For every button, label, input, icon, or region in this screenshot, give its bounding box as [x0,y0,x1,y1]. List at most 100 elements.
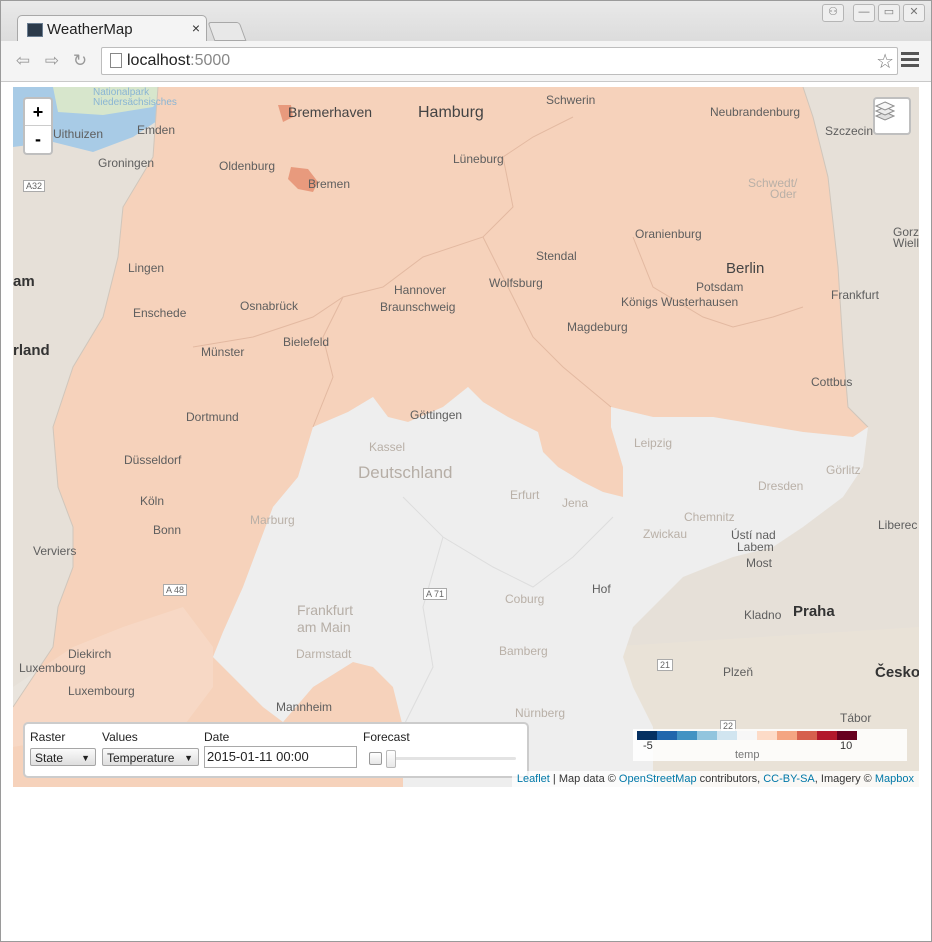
label-wolfsburg: Wolfsburg [489,276,543,290]
bookmark-star-icon[interactable]: ☆ [876,49,894,74]
values-label: Values [102,730,138,744]
date-input[interactable]: 2015-01-11 00:00 [204,746,357,768]
browser-toolbar: ⇦ ⇨ ↻ localhost:5000 ☆ [1,41,931,82]
label-oranienburg: Oranienburg [635,227,702,241]
label-bielefeld: Bielefeld [283,335,330,349]
label-szczecin: Szczecin [825,124,874,138]
close-window-button[interactable]: ✕ [903,4,925,22]
label-bonn: Bonn [153,523,182,537]
label-koln: Köln [140,494,165,508]
legend-swatch [677,731,697,740]
legend-swatch [737,731,757,740]
label-diekirch: Diekirch [68,647,112,661]
label-plzen: Plzeň [723,665,754,679]
forecast-label: Forecast [363,730,410,744]
zoom-in-button[interactable]: + [25,99,51,125]
forecast-checkbox[interactable] [369,752,382,765]
zoom-out-button[interactable]: - [25,125,51,152]
legend-swatch [757,731,777,740]
label-am-main: am Main [297,619,351,635]
label-oldenburg: Oldenburg [219,159,276,173]
label-bamberg: Bamberg [499,644,548,658]
forecast-slider-handle[interactable] [386,750,396,768]
url-text[interactable]: localhost:5000 [127,52,230,70]
values-select-value: Temperature [107,751,175,765]
label-magdeburg: Magdeburg [567,320,628,334]
ccbysa-link[interactable]: CC-BY-SA [763,773,815,785]
label-neubrandenburg: Neubrandenburg [710,105,801,119]
back-arrow-icon[interactable]: ⇦ [11,50,35,72]
attribution-contributors: contributors, [696,773,764,785]
hamburger-menu-icon[interactable] [901,50,919,70]
leaflet-link[interactable]: Leaflet [517,773,550,785]
attribution-text: | Map data © [549,773,619,785]
legend-max: 10 [840,740,853,752]
maximize-button[interactable]: ▭ [878,4,900,22]
label-liberec: Liberec [878,518,918,532]
label-dusseldorf: Düsseldorf [124,453,182,467]
label-frankfurt-main: Frankfurt [297,602,354,618]
legend-swatch [717,731,737,740]
label-luneburg: Lüneburg [453,152,504,166]
label-hannover: Hannover [394,283,447,297]
label-zwickau: Zwickau [643,527,688,541]
address-bar[interactable]: localhost:5000 ☆ [101,47,898,75]
legend-swatch [837,731,857,740]
tab-close-icon[interactable]: × [192,20,200,36]
label-berlin: Berlin [726,260,765,277]
forward-arrow-icon[interactable]: ⇨ [40,50,64,72]
legend-title: temp [735,749,760,761]
mapbox-link[interactable]: Mapbox [875,773,914,785]
label-mannheim: Mannheim [276,700,333,714]
label-cesko: Česko [875,664,919,681]
label-chemnitz: Chemnitz [684,510,735,524]
road-a32-icon: A32 [23,180,46,192]
label-luxembourg-city: Luxembourg [68,684,135,698]
label-cottbus: Cottbus [811,375,853,389]
label-deutschland: Deutschland [358,463,453,482]
label-jena: Jena [562,496,589,510]
label-marburg: Marburg [250,513,295,527]
label-osnabruck: Osnabrück [240,299,299,313]
user-profile-icon[interactable]: ⚇ [822,4,844,22]
legend-swatch [777,731,797,740]
label-dortmund: Dortmund [186,410,239,424]
label-darmstadt: Darmstadt [296,647,352,661]
map-attribution: Leaflet | Map data © OpenStreetMap contr… [511,771,919,787]
label-rland: rland [13,342,50,359]
label-gottingen: Göttingen [410,408,463,422]
label-bremerhaven: Bremerhaven [288,104,373,120]
osm-link[interactable]: OpenStreetMap [619,773,697,785]
label-kladno: Kladno [744,608,782,622]
label-dresden: Dresden [758,479,804,493]
tab-title: WeatherMap [47,21,133,38]
raster-select[interactable]: State ▼ [30,748,96,766]
legend-swatch [657,731,677,740]
label-hof: Hof [592,582,611,596]
label-kassel: Kassel [369,440,406,454]
map-container[interactable]: Nationalpark Niedersächsisches Bremerhav… [13,87,919,787]
raster-select-value: State [35,751,64,765]
label-nurnberg: Nürnberg [515,706,566,720]
reload-icon[interactable]: ↻ [68,50,92,72]
label-uithuizen: Uithuizen [53,127,104,141]
minimize-button[interactable]: — [853,4,875,22]
legend-min: -5 [643,740,653,752]
label-verviers: Verviers [33,544,77,558]
legend-color-bar [637,731,857,740]
label-luxembourg: Luxembourg [19,661,86,675]
zoom-control: + - [23,97,53,155]
label-bremen: Bremen [308,177,351,191]
tab-weathermap[interactable]: WeatherMap × [17,15,207,43]
label-am: am [13,273,35,290]
road-a71-icon: A 71 [423,588,448,600]
layers-button[interactable] [873,97,911,135]
values-select[interactable]: Temperature ▼ [102,748,199,766]
road-a48-icon: A 48 [163,584,188,596]
new-tab-button[interactable] [207,22,247,41]
layers-icon [875,101,895,121]
label-wiell: Wiell [893,236,919,250]
forecast-slider-track[interactable] [386,757,516,760]
legend-swatch [697,731,717,740]
label-labem: Labem [737,540,774,554]
